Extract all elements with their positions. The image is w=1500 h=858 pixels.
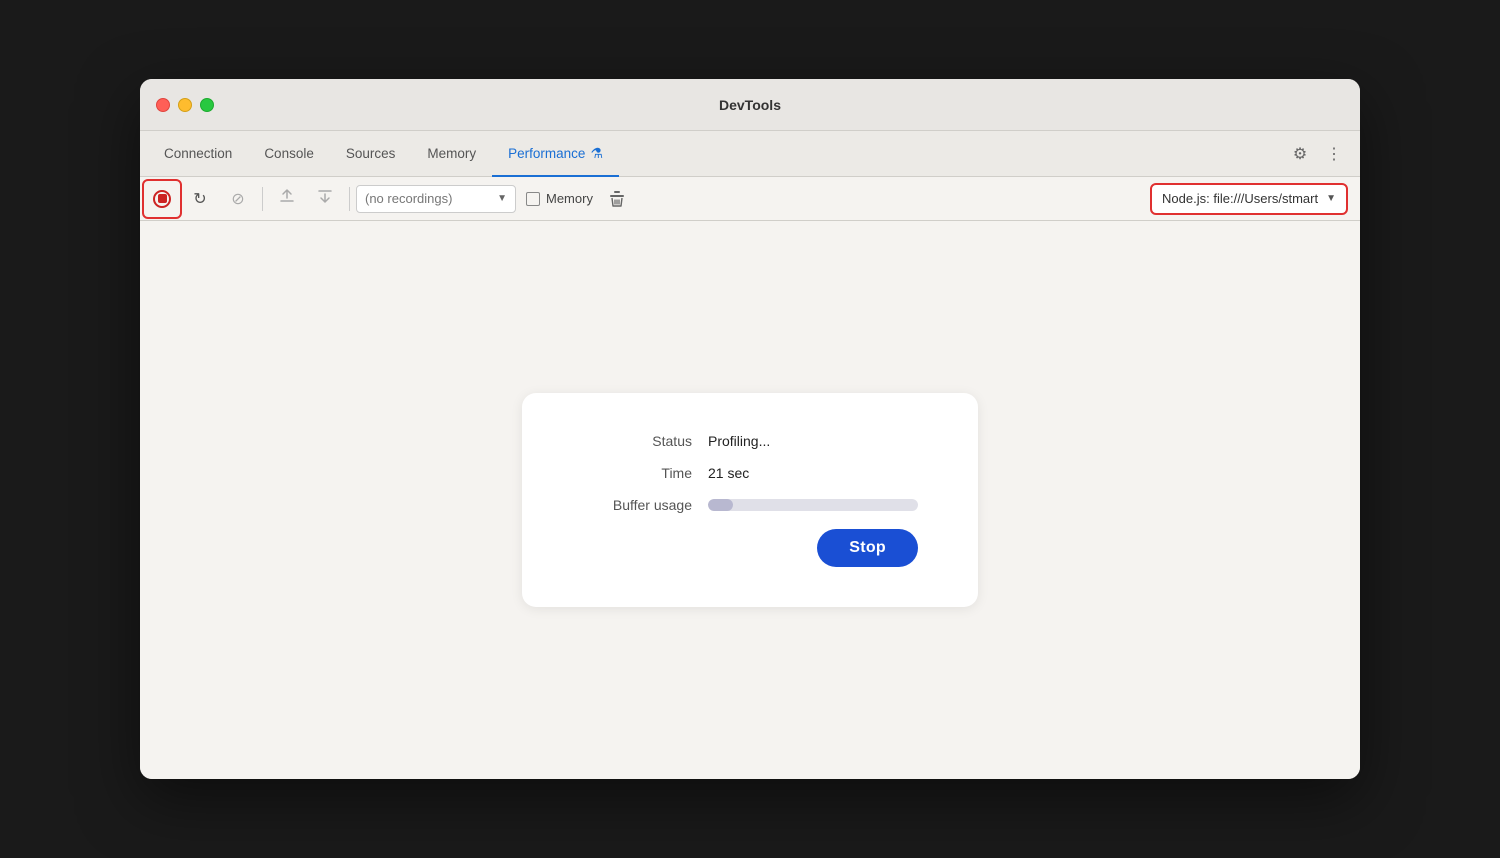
- tabbar: Connection Console Sources Memory Perfor…: [140, 131, 1360, 177]
- download-icon: [316, 187, 334, 210]
- content-area: Status Profiling... Time 21 sec Buffer u…: [140, 221, 1360, 779]
- status-label: Status: [582, 433, 692, 449]
- traffic-lights: [156, 98, 214, 112]
- time-value: 21 sec: [708, 465, 749, 481]
- record-icon: [153, 190, 171, 208]
- minimize-button[interactable]: [178, 98, 192, 112]
- devtools-window: DevTools Connection Console Sources Memo…: [140, 79, 1360, 779]
- clean-button[interactable]: [603, 185, 631, 213]
- window-title: DevTools: [719, 97, 781, 113]
- upload-button[interactable]: [269, 181, 305, 217]
- tab-console[interactable]: Console: [248, 131, 330, 177]
- buffer-bar: [708, 499, 918, 511]
- maximize-button[interactable]: [200, 98, 214, 112]
- record-icon-square: [158, 194, 167, 203]
- clear-button[interactable]: ⊘: [220, 181, 256, 217]
- toolbar: ↻ ⊘ (no recordings) ▼: [140, 177, 1360, 221]
- performance-beaker-icon: ⚗: [590, 145, 603, 162]
- time-label: Time: [582, 465, 692, 481]
- tab-sources[interactable]: Sources: [330, 131, 412, 177]
- memory-label: Memory: [546, 191, 593, 206]
- buffer-bar-fill: [708, 499, 733, 511]
- record-button[interactable]: [144, 181, 180, 217]
- close-button[interactable]: [156, 98, 170, 112]
- node-target-dropdown[interactable]: Node.js: file:///Users/stmart ▼: [1150, 183, 1348, 215]
- memory-area: Memory: [518, 191, 601, 206]
- recordings-placeholder: (no recordings): [365, 191, 452, 206]
- clear-icon: ⊘: [231, 189, 244, 209]
- separator-1: [262, 187, 263, 211]
- dropdown-arrow-icon: ▼: [497, 193, 507, 204]
- reload-button[interactable]: ↻: [182, 181, 218, 217]
- recordings-dropdown[interactable]: (no recordings) ▼: [356, 185, 516, 213]
- status-row: Status Profiling...: [582, 433, 918, 449]
- buffer-label: Buffer usage: [582, 497, 692, 513]
- stop-button[interactable]: Stop: [817, 529, 918, 567]
- profiling-status-card: Status Profiling... Time 21 sec Buffer u…: [522, 393, 978, 607]
- tab-memory[interactable]: Memory: [411, 131, 492, 177]
- status-value: Profiling...: [708, 433, 770, 449]
- titlebar: DevTools: [140, 79, 1360, 131]
- more-icon: ⋮: [1326, 144, 1342, 164]
- tab-connection[interactable]: Connection: [148, 131, 248, 177]
- settings-button[interactable]: ⚙: [1286, 140, 1314, 168]
- more-button[interactable]: ⋮: [1320, 140, 1348, 168]
- gear-icon: ⚙: [1293, 144, 1307, 164]
- download-button[interactable]: [307, 181, 343, 217]
- memory-checkbox[interactable]: [526, 192, 540, 206]
- separator-2: [349, 187, 350, 211]
- time-row: Time 21 sec: [582, 465, 918, 481]
- stop-button-row: Stop: [582, 529, 918, 567]
- node-target-label: Node.js: file:///Users/stmart: [1162, 191, 1318, 206]
- buffer-row: Buffer usage: [582, 497, 918, 513]
- tab-performance[interactable]: Performance ⚗: [492, 131, 619, 177]
- upload-icon: [278, 187, 296, 210]
- node-dropdown-arrow-icon: ▼: [1326, 193, 1336, 204]
- reload-icon: ↻: [193, 189, 206, 209]
- tabbar-actions: ⚙ ⋮: [1286, 131, 1352, 176]
